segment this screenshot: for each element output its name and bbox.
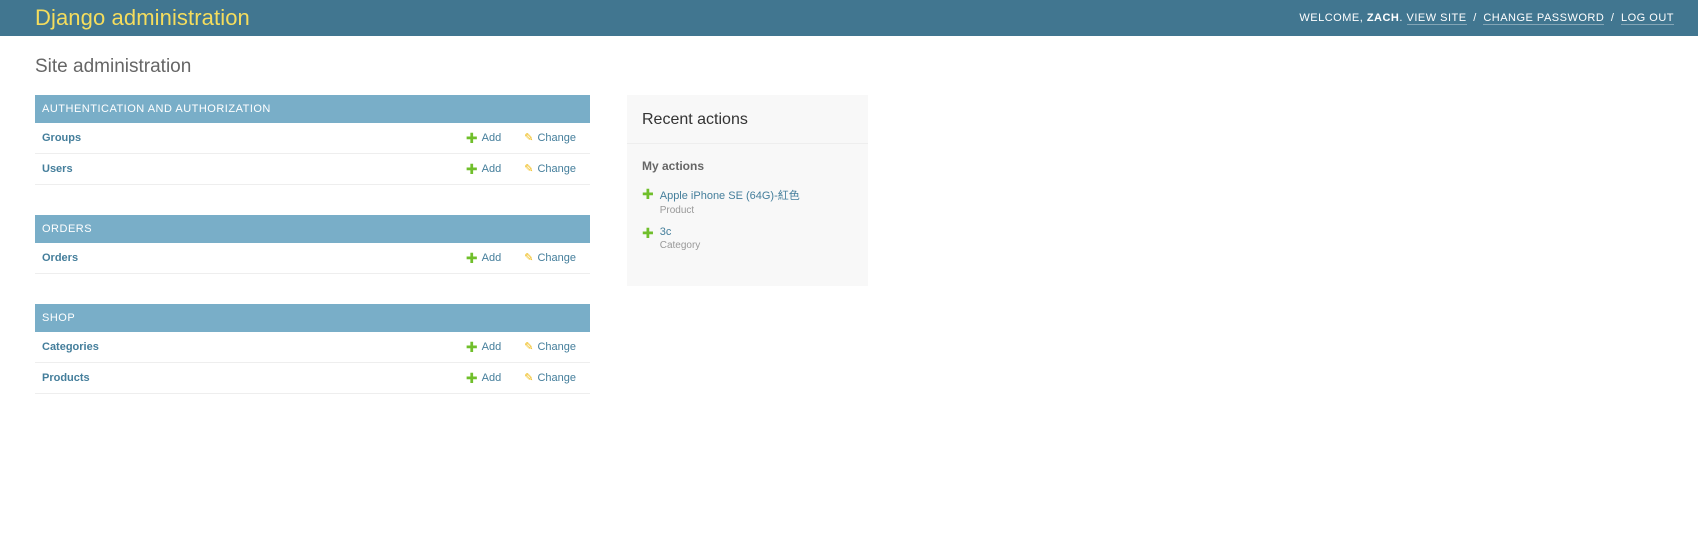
model-link-users[interactable]: Users xyxy=(35,163,466,175)
change-label: Change xyxy=(537,163,576,175)
pencil-icon: ✎ xyxy=(524,251,534,264)
change-label: Change xyxy=(537,341,576,353)
recent-action-item: ✚ Apple iPhone SE (64G)-紅色 Product xyxy=(627,183,868,222)
separator: / xyxy=(1473,12,1477,24)
add-label: Add xyxy=(481,372,502,384)
change-categories-button[interactable]: ✎ Change xyxy=(524,341,576,353)
header: Django administration WELCOME, ZACH. VIE… xyxy=(0,0,1698,36)
site-branding[interactable]: Django administration xyxy=(35,5,250,31)
add-orders-button[interactable]: ✚ Add xyxy=(466,251,501,265)
welcome-text: WELCOME, xyxy=(1299,12,1367,24)
change-password-link[interactable]: CHANGE PASSWORD xyxy=(1483,12,1605,25)
app-list: AUTHENTICATION AND AUTHORIZATION Groups … xyxy=(35,95,590,424)
app-module-auth: AUTHENTICATION AND AUTHORIZATION Groups … xyxy=(35,95,590,185)
add-label: Add xyxy=(481,252,502,264)
model-row-orders: Orders ✚ Add ✎ Change xyxy=(35,243,590,274)
change-users-button[interactable]: ✎ Change xyxy=(524,163,576,175)
plus-icon: ✚ xyxy=(642,225,654,241)
plus-icon: ✚ xyxy=(465,250,478,266)
add-groups-button[interactable]: ✚ Add xyxy=(466,131,501,145)
model-row-users: Users ✚ Add ✎ Change xyxy=(35,154,590,185)
model-link-products[interactable]: Products xyxy=(35,372,466,384)
my-actions-heading: My actions xyxy=(642,159,705,173)
add-label: Add xyxy=(481,132,502,144)
plus-icon: ✚ xyxy=(465,339,478,355)
pencil-icon: ✎ xyxy=(524,162,534,175)
change-orders-button[interactable]: ✎ Change xyxy=(524,252,576,264)
plus-icon: ✚ xyxy=(642,186,654,202)
action-object-link[interactable]: Apple iPhone SE (64G)-紅色 xyxy=(660,187,800,203)
action-object-link[interactable]: 3c xyxy=(660,226,701,238)
view-site-link[interactable]: VIEW SITE xyxy=(1406,12,1467,25)
app-module-orders: ORDERS Orders ✚ Add ✎ Change xyxy=(35,215,590,274)
add-label: Add xyxy=(481,163,502,175)
change-label: Change xyxy=(537,372,576,384)
recent-actions-title: Recent actions xyxy=(627,95,868,144)
add-users-button[interactable]: ✚ Add xyxy=(466,162,501,176)
welcome-punct: . xyxy=(1399,12,1403,24)
model-link-categories[interactable]: Categories xyxy=(35,341,466,353)
recent-actions-panel: Recent actions My actions ✚ Apple iPhone… xyxy=(627,95,868,286)
change-label: Change xyxy=(537,132,576,144)
action-content-type: Category xyxy=(659,240,701,251)
pencil-icon: ✎ xyxy=(524,131,534,144)
plus-icon: ✚ xyxy=(465,370,478,386)
add-products-button[interactable]: ✚ Add xyxy=(466,371,501,385)
model-link-groups[interactable]: Groups xyxy=(35,132,466,144)
pencil-icon: ✎ xyxy=(524,340,534,353)
app-caption[interactable]: AUTHENTICATION AND AUTHORIZATION xyxy=(35,95,590,123)
app-module-shop: SHOP Categories ✚ Add ✎ Change Products … xyxy=(35,304,590,394)
action-content-type: Product xyxy=(659,205,695,216)
plus-icon: ✚ xyxy=(465,130,478,146)
model-row-groups: Groups ✚ Add ✎ Change xyxy=(35,123,590,154)
action-texts: Apple iPhone SE (64G)-紅色 Product xyxy=(660,187,800,216)
app-caption[interactable]: SHOP xyxy=(35,304,590,332)
change-label: Change xyxy=(537,252,576,264)
add-categories-button[interactable]: ✚ Add xyxy=(466,340,501,354)
user-tools: WELCOME, ZACH. VIEW SITE / CHANGE PASSWO… xyxy=(1299,12,1674,25)
page-title: Site administration xyxy=(35,56,192,77)
separator: / xyxy=(1610,12,1615,24)
action-texts: 3c Category xyxy=(660,226,701,251)
pencil-icon: ✎ xyxy=(524,371,534,384)
model-row-categories: Categories ✚ Add ✎ Change xyxy=(35,332,590,363)
recent-action-item: ✚ 3c Category xyxy=(627,222,868,257)
change-products-button[interactable]: ✎ Change xyxy=(524,372,576,384)
model-link-orders[interactable]: Orders xyxy=(35,252,466,264)
plus-icon: ✚ xyxy=(465,161,478,177)
app-caption[interactable]: ORDERS xyxy=(35,215,590,243)
model-row-products: Products ✚ Add ✎ Change xyxy=(35,363,590,394)
username: ZACH xyxy=(1366,12,1400,24)
change-groups-button[interactable]: ✎ Change xyxy=(524,132,576,144)
add-label: Add xyxy=(481,341,502,353)
log-out-link[interactable]: LOG OUT xyxy=(1620,12,1674,25)
